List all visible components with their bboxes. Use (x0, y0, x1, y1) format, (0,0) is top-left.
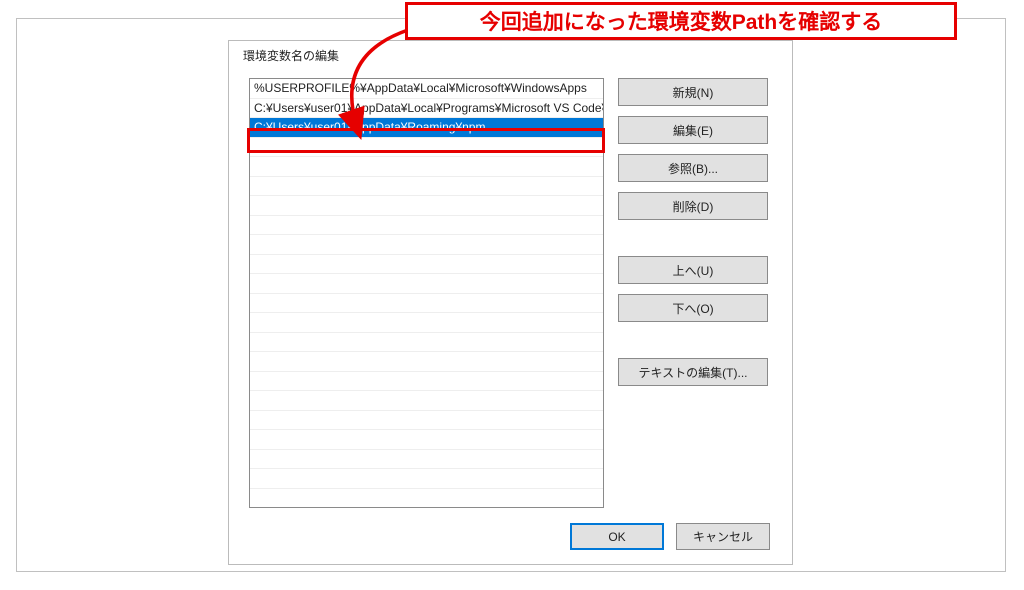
path-list-row[interactable] (250, 313, 603, 333)
edit-text-button[interactable]: テキストの編集(T)... (618, 358, 768, 386)
edit-button[interactable]: 編集(E) (618, 116, 768, 144)
path-list-row[interactable] (250, 430, 603, 450)
path-list-row[interactable] (250, 489, 603, 509)
path-list-row[interactable] (250, 372, 603, 392)
path-list-row[interactable]: %USERPROFILE%¥AppData¥Local¥Microsoft¥Wi… (250, 79, 603, 99)
callout-text: 今回追加になった環境変数Pathを確認する (480, 6, 883, 36)
browse-button[interactable]: 参照(B)... (618, 154, 768, 182)
path-list-row[interactable]: C:¥Users¥user01¥AppData¥Local¥Programs¥M… (250, 99, 603, 119)
path-list-row[interactable] (250, 294, 603, 314)
cancel-button[interactable]: キャンセル (676, 523, 770, 550)
path-list-row[interactable] (250, 177, 603, 197)
path-list-row[interactable]: C:¥Users¥user01¥AppData¥Roaming¥npm (250, 118, 603, 138)
path-list-row[interactable] (250, 216, 603, 236)
path-list-row[interactable] (250, 352, 603, 372)
path-list-row[interactable] (250, 196, 603, 216)
delete-button[interactable]: 削除(D) (618, 192, 768, 220)
button-column: 新規(N) 編集(E) 参照(B)... 削除(D) 上へ(U) 下へ(O) テ… (618, 78, 768, 508)
path-list-row[interactable] (250, 469, 603, 489)
path-list[interactable]: %USERPROFILE%¥AppData¥Local¥Microsoft¥Wi… (249, 78, 604, 508)
path-list-row[interactable] (250, 411, 603, 431)
path-list-row[interactable] (250, 138, 603, 158)
dialog-footer: OK キャンセル (570, 523, 770, 550)
path-list-row[interactable] (250, 274, 603, 294)
path-list-row[interactable] (250, 235, 603, 255)
path-list-row[interactable] (250, 157, 603, 177)
ok-button[interactable]: OK (570, 523, 664, 550)
callout-annotation: 今回追加になった環境変数Pathを確認する (405, 2, 957, 40)
dialog-title: 環境変数名の編集 (229, 41, 792, 70)
path-list-row[interactable] (250, 333, 603, 353)
path-list-row[interactable] (250, 255, 603, 275)
path-list-row[interactable] (250, 391, 603, 411)
edit-env-var-dialog: 環境変数名の編集 %USERPROFILE%¥AppData¥Local¥Mic… (228, 40, 793, 565)
dialog-body: %USERPROFILE%¥AppData¥Local¥Microsoft¥Wi… (229, 70, 792, 520)
new-button[interactable]: 新規(N) (618, 78, 768, 106)
move-up-button[interactable]: 上へ(U) (618, 256, 768, 284)
path-list-row[interactable] (250, 450, 603, 470)
move-down-button[interactable]: 下へ(O) (618, 294, 768, 322)
